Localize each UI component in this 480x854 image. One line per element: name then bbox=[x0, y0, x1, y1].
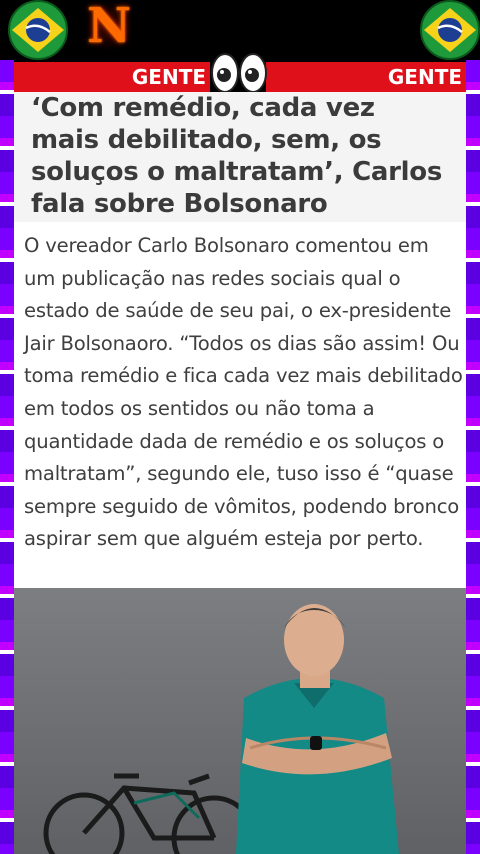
ticker-left: GENTE bbox=[14, 62, 210, 92]
channel-logo: N bbox=[84, 0, 134, 52]
right-decorative-strip bbox=[466, 60, 480, 854]
left-decorative-strip bbox=[0, 60, 14, 854]
eyes-emoji-icon bbox=[211, 53, 267, 93]
brazil-flag-icon bbox=[8, 0, 68, 60]
article-photo bbox=[14, 588, 466, 854]
article-headline: ‘Com remédio, cada vez mais debilitado, … bbox=[31, 93, 442, 219]
article-body: O vereador Carlo Bolsonaro comentou em u… bbox=[24, 234, 463, 551]
ticker-right: GENTE bbox=[266, 62, 466, 92]
headline-box: ‘Com remédio, cada vez mais debilitado, … bbox=[14, 92, 466, 222]
article-card: ‘Com remédio, cada vez mais debilitado, … bbox=[14, 92, 466, 588]
brazil-flag-icon bbox=[420, 0, 480, 60]
man-arms-crossed-illustration bbox=[14, 588, 466, 854]
